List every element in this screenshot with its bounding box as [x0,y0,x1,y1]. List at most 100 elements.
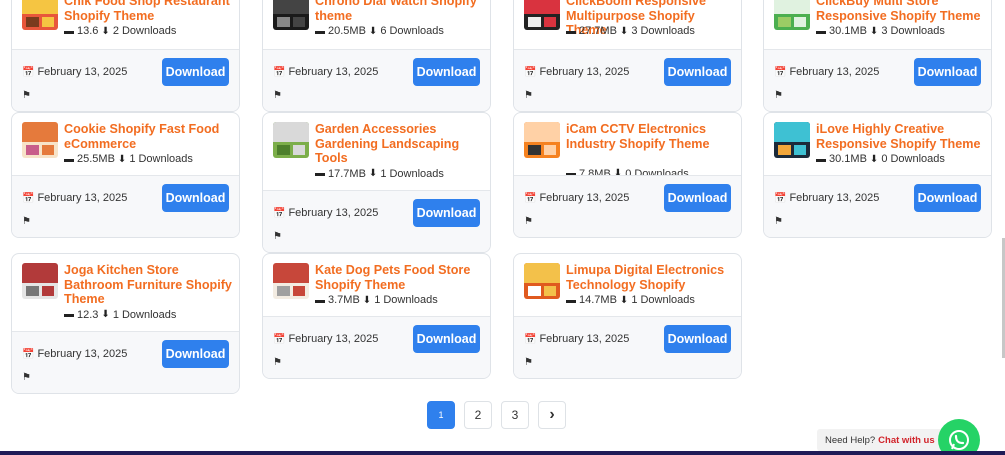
post-date: 📅 February 13, 2025 ⚑ [524,328,634,374]
product-card: Garden Accessories Gardening Landscaping… [262,112,491,253]
product-thumbnail[interactable] [524,263,560,299]
file-size: 20.5MB [328,25,366,38]
post-date: 📅 February 13, 2025 ⚑ [22,187,132,233]
product-meta: ▬ 25.5MB ⬇ 1 Downloads [64,153,235,165]
download-count: 0 Downloads [881,153,945,166]
hdd-icon: ▬ [315,25,325,37]
product-meta: ▬ 30.1MB ⬇ 3 Downloads [816,25,987,37]
product-title[interactable]: Chrono Dial Watch Shopify theme [315,0,484,23]
hdd-icon: ▬ [64,153,74,165]
product-title[interactable]: Cookie Shopify Fast Food eCommerce [64,122,233,151]
product-card: Joga Kitchen Store Bathroom Furniture Sh… [11,253,240,394]
help-bubble[interactable]: Need Help? Chat with us [817,429,943,451]
download-count: 1 Downloads [112,308,177,321]
download-button[interactable]: Download [162,340,229,368]
product-title[interactable]: Limupa Digital Electronics Technology Sh… [566,263,735,292]
date-text: February 13, 2025 [288,207,379,219]
post-date: 📅 February 13, 2025 ⚑ [774,187,884,233]
file-size: 27.7MB [579,25,617,38]
next-page-button[interactable]: › [538,401,566,429]
page-1-button[interactable]: 1 [427,401,455,429]
product-thumbnail[interactable] [273,122,309,158]
date-text: February 13, 2025 [789,66,880,78]
product-card: ClickBoom Responsive Multipurpose Shopif… [513,0,742,112]
card-footer: 📅 February 13, 2025 ⚑ Download [764,49,991,111]
download-button[interactable]: Download [664,58,731,86]
download-count: 2 Downloads [112,25,177,38]
chevron-right-icon: › [549,406,555,423]
download-button[interactable]: Download [914,58,981,86]
product-thumbnail[interactable] [774,0,810,30]
hdd-icon: ▬ [315,168,325,180]
download-circle-icon: ⬇ [619,294,629,306]
product-meta: ▬ 30.1MB ⬇ 0 Downloads [816,153,987,165]
card-footer: 📅 February 13, 2025 ⚑ Download [514,175,741,237]
product-thumbnail[interactable] [273,263,309,299]
download-button[interactable]: Download [162,184,229,212]
download-button[interactable]: Download [664,325,731,353]
card-footer: 📅 February 13, 2025 ⚑ Download [12,49,239,111]
pagination: 1 2 3 › [427,401,566,429]
post-date: 📅 February 13, 2025 ⚑ [524,61,634,107]
post-date: 📅 February 13, 2025 ⚑ [273,61,383,107]
date-text: February 13, 2025 [37,348,128,360]
card-footer: 📅 February 13, 2025 ⚑ Download [263,316,490,378]
page-2-button[interactable]: 2 [464,401,492,429]
chat-link[interactable]: Chat with us [878,435,934,446]
hdd-icon: ▬ [566,294,576,306]
date-text: February 13, 2025 [288,66,379,78]
product-card: iLove Highly Creative Responsive Shopify… [763,112,992,238]
download-button[interactable]: Download [413,58,480,86]
product-thumbnail[interactable] [273,0,309,30]
product-title[interactable]: Joga Kitchen Store Bathroom Furniture Sh… [64,263,233,307]
tag-icon: ⚑ [273,357,282,368]
product-title[interactable]: iCam CCTV Electronics Industry Shopify T… [566,122,735,151]
file-size: 30.1MB [829,153,867,166]
download-circle-icon: ⬇ [869,153,879,165]
hdd-icon: ▬ [816,25,826,37]
download-button[interactable]: Download [413,199,480,227]
product-thumbnail[interactable] [524,122,560,158]
card-footer: 📅 February 13, 2025 ⚑ Download [263,49,490,111]
download-circle-icon: ⬇ [368,25,378,37]
product-thumbnail[interactable] [774,122,810,158]
whatsapp-button[interactable] [938,419,980,455]
post-date: 📅 February 13, 2025 ⚑ [273,202,383,248]
file-size: 12.3 [77,308,99,321]
tag-icon: ⚑ [774,216,783,227]
download-button[interactable]: Download [664,184,731,212]
file-size: 17.7MB [328,167,366,180]
tag-icon: ⚑ [524,216,533,227]
download-button[interactable]: Download [413,325,480,353]
card-footer: 📅 February 13, 2025 ⚑ Download [263,190,490,252]
date-text: February 13, 2025 [539,192,630,204]
file-size: 13.6 [77,25,99,38]
download-button[interactable]: Download [914,184,981,212]
calendar-icon: 📅 [774,67,787,78]
product-meta: ▬ 12.3 ⬇ 1 Downloads [64,309,235,321]
hdd-icon: ▬ [64,309,74,321]
card-footer: 📅 February 13, 2025 ⚑ Download [514,316,741,378]
product-title[interactable]: Kate Dog Pets Food Store Shopify Theme [315,263,484,292]
product-thumbnail[interactable] [22,263,58,299]
product-title[interactable]: Chik Food Shop Restaurant Shopify Theme [64,0,233,23]
product-card: Chik Food Shop Restaurant Shopify Theme … [11,0,240,112]
page-3-button[interactable]: 3 [501,401,529,429]
product-title[interactable]: iLove Highly Creative Responsive Shopify… [816,122,985,151]
product-title[interactable]: ClickBuy Multi Store Responsive Shopify … [816,0,985,23]
calendar-icon: 📅 [22,193,35,204]
product-thumbnail[interactable] [22,122,58,158]
product-meta: ▬ 20.5MB ⬇ 6 Downloads [315,25,486,37]
product-thumbnail[interactable] [524,0,560,30]
help-text: Need Help? [825,434,876,446]
product-title[interactable]: Garden Accessories Gardening Landscaping… [315,122,484,166]
date-text: February 13, 2025 [37,192,128,204]
product-thumbnail[interactable] [22,0,58,30]
file-size: 3.7MB [328,294,360,307]
download-button[interactable]: Download [162,58,229,86]
tag-icon: ⚑ [273,231,282,242]
download-circle-icon: ⬇ [117,153,127,165]
product-card: Limupa Digital Electronics Technology Sh… [513,253,742,379]
date-text: February 13, 2025 [789,192,880,204]
date-text: February 13, 2025 [539,333,630,345]
